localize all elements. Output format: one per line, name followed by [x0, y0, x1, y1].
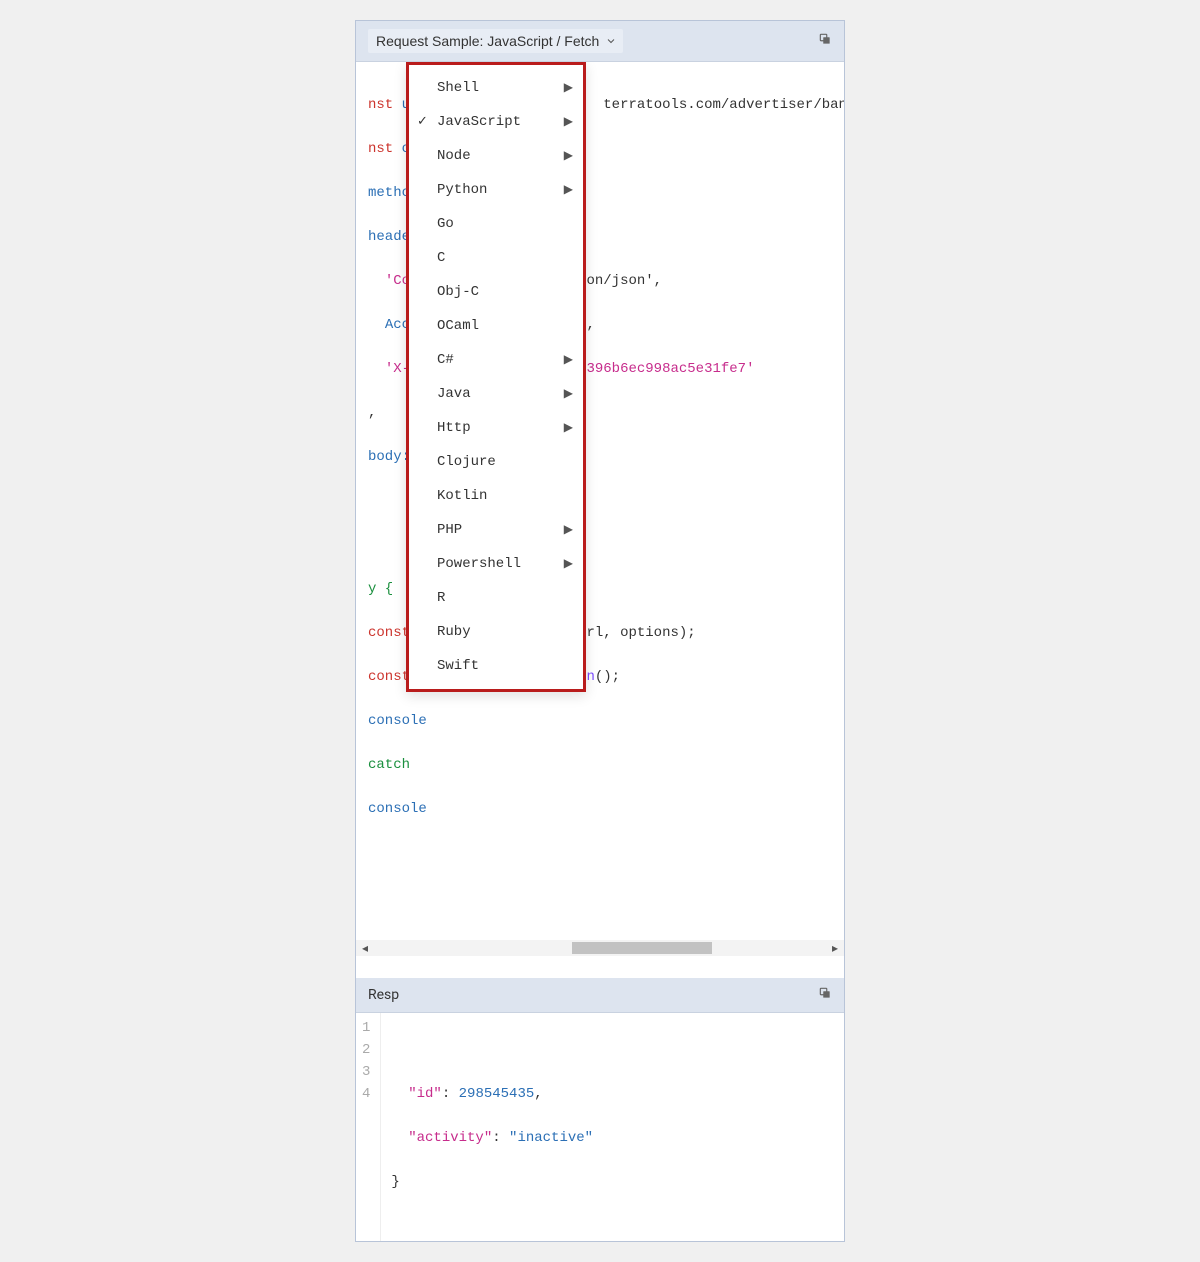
horizontal-scrollbar[interactable]: ◂ ▸ [356, 940, 844, 956]
code-token: y { [368, 581, 393, 597]
code-token: ion/json', [578, 273, 662, 289]
menu-item-label: Powershell [437, 553, 521, 575]
response-header: Resp [356, 978, 844, 1013]
menu-item-label: OCaml [437, 315, 479, 337]
response-header-label: Resp [368, 987, 399, 1003]
language-option-kotlin[interactable]: Kotlin [409, 479, 583, 513]
line-number: 1 [362, 1017, 370, 1039]
language-option-obj-c[interactable]: Obj-C [409, 275, 583, 309]
code-token: console [368, 801, 427, 817]
language-option-go[interactable]: Go [409, 207, 583, 241]
scroll-right-arrow-icon[interactable]: ▸ [828, 941, 842, 955]
line-number: 2 [362, 1039, 370, 1061]
line-gutter: 1 2 3 4 [356, 1013, 381, 1241]
menu-item-label: Node [437, 145, 471, 167]
menu-item-label: JavaScript [437, 111, 521, 133]
scroll-left-arrow-icon[interactable]: ◂ [358, 941, 372, 955]
code-token: "inactive" [509, 1130, 593, 1146]
code-token: body: [368, 449, 410, 465]
menu-item-label: Http [437, 417, 471, 439]
menu-item-label: Ruby [437, 621, 471, 643]
menu-item-label: Go [437, 213, 454, 235]
language-option-powershell[interactable]: Powershell ▶ [409, 547, 583, 581]
code-token: nst [368, 97, 402, 113]
code-token: (url, options); [570, 625, 696, 641]
copy-icon[interactable] [818, 32, 832, 50]
request-header: Request Sample: JavaScript / Fetch [356, 21, 844, 62]
language-option-java[interactable]: Java ▶ [409, 377, 583, 411]
code-token: nst [368, 141, 402, 157]
language-option-clojure[interactable]: Clojure [409, 445, 583, 479]
language-option-c-[interactable]: C# ▶ [409, 343, 583, 377]
code-token: 27396b6ec998ac5e31fe7' [570, 361, 755, 377]
chevron-right-icon: ▶ [564, 145, 573, 167]
check-icon: ✓ [417, 111, 428, 133]
menu-item-label: Obj-C [437, 281, 479, 303]
response-code-block: 1 2 3 4 "id": 298545435, "activity": "in… [356, 1013, 844, 1241]
chevron-right-icon: ▶ [564, 383, 573, 405]
chevron-right-icon: ▶ [564, 417, 573, 439]
code-token: "id" [408, 1086, 442, 1102]
language-option-ocaml[interactable]: OCaml [409, 309, 583, 343]
chevron-right-icon: ▶ [564, 179, 573, 201]
language-option-swift[interactable]: Swift [409, 649, 583, 683]
language-option-c[interactable]: C [409, 241, 583, 275]
language-option-node[interactable]: Node ▶ [409, 139, 583, 173]
line-number: 3 [362, 1061, 370, 1083]
spacer [356, 956, 844, 978]
menu-item-label: C [437, 247, 445, 269]
language-option-http[interactable]: Http ▶ [409, 411, 583, 445]
code-token: 298545435 [459, 1086, 535, 1102]
menu-item-label: Clojure [437, 451, 496, 473]
menu-item-label: Swift [437, 655, 479, 677]
chevron-right-icon: ▶ [564, 349, 573, 371]
menu-item-label: Java [437, 383, 471, 405]
language-dropdown-menu: Shell ▶ ✓ JavaScript ▶ Node ▶ Python ▶ Go C Obj-C OC… [406, 62, 586, 692]
menu-item-label: Python [437, 179, 487, 201]
menu-item-label: C# [437, 349, 454, 371]
language-option-php[interactable]: PHP ▶ [409, 513, 583, 547]
code-token: "activity" [408, 1130, 492, 1146]
code-token: (); [595, 669, 620, 685]
language-option-r[interactable]: R [409, 581, 583, 615]
menu-item-label: Kotlin [437, 485, 487, 507]
menu-item-label: PHP [437, 519, 462, 541]
chevron-right-icon: ▶ [564, 111, 573, 133]
menu-item-label: Shell [437, 77, 479, 99]
chevron-right-icon: ▶ [564, 553, 573, 575]
code-token: console [368, 713, 427, 729]
language-dropdown-trigger[interactable]: Request Sample: JavaScript / Fetch [368, 29, 623, 53]
chevron-down-icon [605, 35, 617, 47]
chevron-right-icon: ▶ [564, 519, 573, 541]
language-option-python[interactable]: Python ▶ [409, 173, 583, 207]
language-option-shell[interactable]: Shell ▶ [409, 71, 583, 105]
request-code-block: nst url = terratools.com/advertiser/bann… [356, 62, 844, 940]
scroll-track[interactable] [372, 941, 828, 955]
code-token: } [391, 1174, 399, 1190]
code-token: terratools.com/advertiser/bann [603, 97, 844, 113]
language-option-javascript[interactable]: ✓ JavaScript ▶ [409, 105, 583, 139]
code-token: catch [368, 757, 418, 773]
copy-icon[interactable] [818, 986, 832, 1004]
line-number: 4 [362, 1083, 370, 1105]
scroll-thumb[interactable] [572, 942, 712, 954]
menu-item-label: R [437, 587, 445, 609]
api-sample-panel: Request Sample: JavaScript / Fetch nst u… [355, 20, 845, 1242]
chevron-right-icon: ▶ [564, 77, 573, 99]
response-json: "id": 298545435, "activity": "inactive" … [381, 1013, 603, 1241]
language-dropdown-label: Request Sample: JavaScript / Fetch [376, 33, 599, 49]
language-option-ruby[interactable]: Ruby [409, 615, 583, 649]
